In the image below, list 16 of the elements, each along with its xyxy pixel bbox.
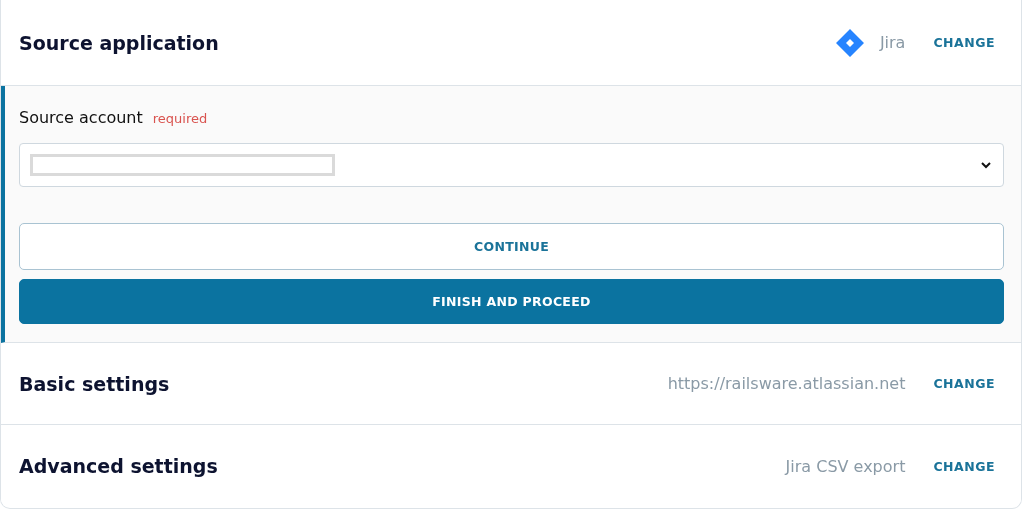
- diamond-logo-icon: [835, 28, 864, 57]
- section-value: https://railsware.atlassian.net: [667, 374, 906, 393]
- secondary-button[interactable]: CONTINUE: [19, 223, 1004, 270]
- change-link[interactable]: CHANGE: [933, 376, 995, 391]
- change-link[interactable]: CHANGE: [933, 458, 995, 474]
- section-value: Jira CSV export: [785, 456, 906, 476]
- required-label: required: [152, 111, 208, 126]
- section-title: Source application: [19, 31, 220, 54]
- primary-button[interactable]: FINISH AND PROCEED: [19, 279, 1004, 324]
- section-title: Advanced settings: [19, 455, 219, 477]
- change-link[interactable]: CHANGE: [933, 35, 995, 50]
- field-label: Source account: [19, 108, 143, 127]
- account-select[interactable]: [19, 143, 1004, 187]
- section-value: Jira: [879, 33, 906, 52]
- section-title: Basic settings: [19, 372, 171, 395]
- chevron-down-icon: [981, 161, 991, 169]
